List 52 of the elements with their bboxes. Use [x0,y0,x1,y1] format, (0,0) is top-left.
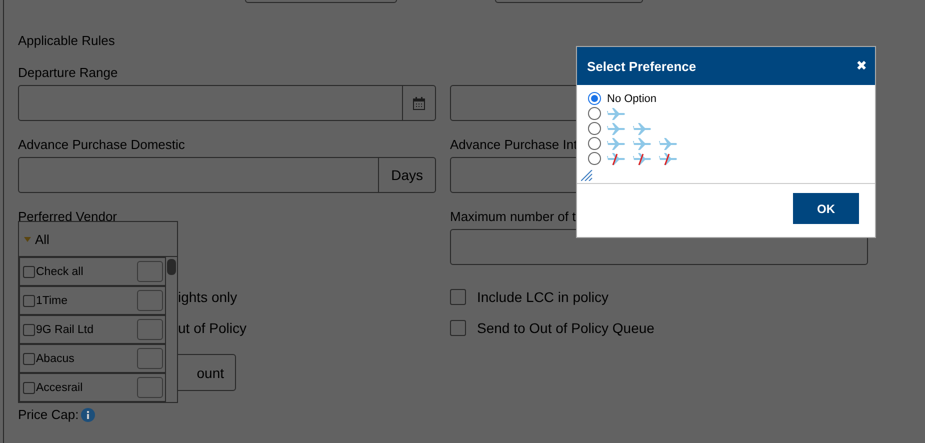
radio-button[interactable] [588,137,601,150]
calendar-icon [413,96,425,110]
item-box [137,290,163,311]
section-title: Applicable Rules [18,33,115,48]
checkbox[interactable] [23,266,35,278]
dropdown-item[interactable]: Check all [19,257,166,286]
ok-button[interactable]: OK [793,193,859,224]
info-icon [80,408,95,422]
item-box [137,261,163,282]
caret-icon [24,236,31,242]
option-label: No Option [607,92,657,104]
field-label: Advance Purchase Int [450,137,578,152]
option-label: ut of Policy [178,320,246,336]
resize-grip-icon[interactable] [581,170,593,181]
field-label: Departure Range [18,65,118,80]
dropdown-item[interactable]: 1Time [19,286,166,315]
unit-label: Days [391,167,423,183]
input-field[interactable]: Days [18,157,436,193]
item-label: Check all [36,266,84,278]
checkbox[interactable] [23,352,35,364]
field-label: Advance Purchase Domestic [18,137,185,152]
checkbox[interactable] [450,320,466,336]
option-label: ights only [178,288,238,304]
field-label: Perferred Vendor [18,209,118,224]
item-label: Accesrail [36,382,83,394]
scrollbar-thumb[interactable] [167,259,176,275]
dropdown-value: All [35,232,50,246]
item-box [137,319,163,340]
option-label: Include LCC in policy [477,288,609,304]
checkbox[interactable] [450,288,466,304]
close-button[interactable]: ✖ [856,58,867,74]
item-label: 1Time [36,294,68,306]
item-label: Abacus [36,352,74,364]
dropdown-item[interactable]: Accesrail [19,373,166,402]
option-label: Send to Out of Policy Queue [477,320,654,336]
checkbox[interactable] [23,382,35,394]
item-box [137,377,163,398]
item-box [137,348,163,369]
vendor-dropdown[interactable]: All Check all 1Time 9G Rail Ltd Abacus Accesrail [18,221,178,403]
radio-button[interactable] [588,92,601,105]
dropdown-item[interactable]: 9G Rail Ltd [19,315,166,344]
radio-button[interactable] [588,122,601,135]
radio-button[interactable] [588,107,601,120]
checkbox[interactable] [23,294,35,306]
field-label: Maximum number of t [450,209,576,224]
checkbox[interactable] [23,324,35,336]
dropdown-item[interactable]: Abacus [19,344,166,373]
item-label: 9G Rail Ltd [36,324,94,336]
radio-button[interactable] [588,152,601,165]
price-cap-label: Price Cap: [18,407,79,422]
dialog-title: Select Preference [587,58,696,74]
date-field[interactable] [18,85,436,121]
